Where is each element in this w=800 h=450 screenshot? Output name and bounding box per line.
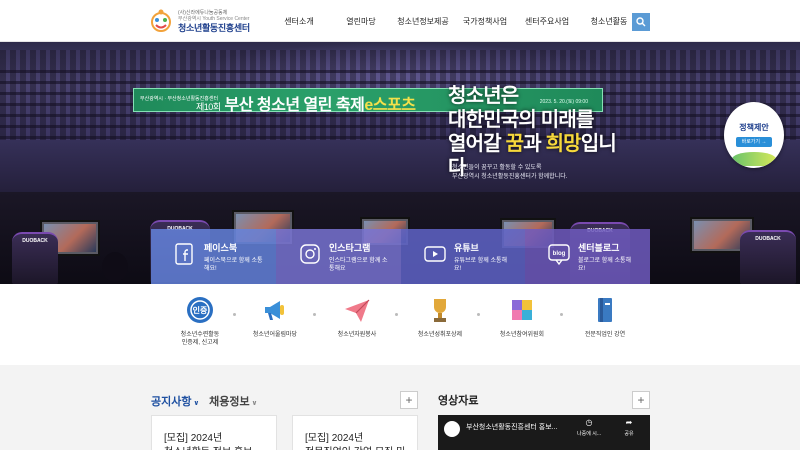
book-icon: [590, 295, 620, 325]
quick-link-label: 청소년수련활동 인증제, 신고제: [180, 332, 220, 347]
header: (사)신라에듀나눔공동체 부산광역시 Youth Service Center …: [0, 0, 800, 42]
quick-link-label: 청소년참여위원회: [499, 332, 545, 338]
sns-instagram-title: 인스타그램: [329, 243, 371, 253]
gaming-chair: DUOBACK: [12, 232, 58, 284]
share-button[interactable]: ➦ 공유: [614, 418, 644, 437]
blog-icon: blog: [548, 244, 570, 266]
sns-blog-title: 센터블로그: [578, 243, 620, 253]
quick-link-youth-festival[interactable]: 청소년어울림마당: [235, 295, 315, 339]
sns-youtube-desc: 유튜브로 함께 소통해요!: [454, 258, 508, 273]
proposal-title: 정책제안: [739, 123, 769, 132]
svg-text:blog: blog: [553, 251, 566, 257]
nav-item-main-projects[interactable]: 센터주요사업: [516, 16, 578, 27]
sns-youtube[interactable]: 유튜브 유튜브로 함께 소통해요!: [401, 229, 525, 284]
facebook-icon: [175, 243, 193, 265]
logo-mark-icon: [148, 8, 174, 36]
certification-icon: 인증: [185, 295, 215, 325]
logo-name: 청소년활동진흥센터: [178, 23, 250, 33]
nav-item-youth-info[interactable]: 청소년정보제공: [392, 16, 454, 27]
hero-subline: 청소년들이 꿈꾸고 활동할 수 있도록 부산광역시 청소년활동진흥센터가 함께합…: [452, 165, 568, 180]
watch-later-button[interactable]: ◷ 나중에 시...: [574, 418, 604, 437]
site-logo[interactable]: (사)신라에듀나눔공동체 부산광역시 Youth Service Center …: [148, 6, 258, 38]
notice-card-title: [모집] 2024년 청소년활동 정보 홍보: [164, 433, 252, 450]
youtube-icon: [424, 246, 446, 262]
board-section: 공지사항∨ 채용정보∨ + [모집] 2024년 청소년활동 정보 홍보 [모집…: [0, 365, 800, 450]
gaming-chair: DUOBACK: [740, 230, 796, 284]
sns-instagram[interactable]: 인스타그램 인스타그램으로 함께 소통해요: [276, 229, 401, 284]
trophy-icon: [425, 295, 455, 325]
nav-item-national-policy[interactable]: 국가정책사업: [454, 16, 516, 27]
quick-link-certification[interactable]: 인증 청소년수련활동 인증제, 신고제: [160, 295, 240, 347]
video-more-button[interactable]: +: [632, 391, 650, 409]
sns-facebook-desc: 페이스북으로 함께 소통해요!: [204, 258, 263, 273]
chevron-down-icon: ∨: [193, 400, 200, 407]
tab-recruitment[interactable]: 채용정보 ∨: [209, 393, 257, 409]
search-icon: [636, 17, 646, 27]
quick-link-lecture[interactable]: 전문직업인 강연: [565, 295, 645, 339]
quick-link-volunteer[interactable]: 청소년자원봉사: [317, 295, 397, 339]
notice-more-button[interactable]: +: [400, 391, 418, 409]
quick-link-committee[interactable]: 청소년참여위원회: [482, 295, 562, 339]
logo-sub-line: 부산광역시 Youth Service Center: [178, 16, 250, 22]
share-icon: ➦: [625, 418, 633, 427]
search-button[interactable]: [632, 13, 650, 31]
quick-link-label: 청소년성취포상제: [417, 332, 463, 338]
video-section-title: 영상자료: [438, 395, 479, 407]
nav-item-open-forum[interactable]: 열린마당: [330, 16, 392, 27]
sns-youtube-title: 유튜브: [454, 243, 479, 253]
sns-facebook-title: 페이스북: [204, 243, 238, 253]
main-nav: 센터소개 열린마당 청소년정보제공 국가정책사업 센터주요사업 청소년활동: [268, 0, 640, 42]
sns-blog[interactable]: blog 센터블로그 블로그로 함께 소통해요!: [525, 229, 650, 284]
sns-blog-desc: 블로그로 함께 소통해요!: [578, 258, 632, 273]
channel-avatar: [444, 421, 460, 437]
clock-icon: ◷: [585, 418, 593, 427]
svg-text:인증: 인증: [193, 305, 208, 315]
puzzle-icon: [507, 295, 537, 325]
paper-plane-icon: [342, 295, 372, 325]
sns-instagram-desc: 인스타그램으로 함께 소통해요: [329, 258, 388, 273]
video-player[interactable]: 부산청소년활동진흥센터 홍보... ◷ 나중에 시... ➦ 공유: [438, 415, 650, 450]
notice-card[interactable]: [모집] 2024년 청소년활동 정보 홍보: [151, 415, 277, 450]
megaphone-icon: [260, 295, 290, 325]
quick-link-award[interactable]: 청소년성취포상제: [400, 295, 480, 339]
nav-item-center-intro[interactable]: 센터소개: [268, 16, 330, 27]
policy-proposal-button[interactable]: 정책제안 바로가기 →: [724, 102, 784, 168]
notice-card-title: [모집] 2024년 전문직업인 강연 모집 및: [305, 433, 405, 450]
page: (사)신라에듀나눔공동체 부산광역시 Youth Service Center …: [0, 0, 800, 450]
quick-link-label: 청소년자원봉사: [337, 332, 377, 338]
nav-item-youth-activities[interactable]: 청소년활동: [578, 16, 640, 27]
tab-notice[interactable]: 공지사항 ∨: [151, 393, 199, 409]
quick-links: 인증 청소년수련활동 인증제, 신고제 청소년어울림마당 청소년자원봉사 청소년…: [160, 295, 640, 355]
chevron-down-icon: ∨: [251, 400, 258, 407]
proposal-go-button[interactable]: 바로가기 →: [736, 137, 772, 147]
quick-link-label: 전문직업인 강연: [584, 332, 626, 338]
instagram-icon: [300, 244, 320, 264]
notice-card[interactable]: [모집] 2024년 전문직업인 강연 모집 및: [292, 415, 418, 450]
video-title: 부산청소년활동진흥센터 홍보...: [466, 424, 558, 431]
notice-tabs: 공지사항 ∨ 채용정보 ∨: [151, 393, 257, 409]
banner-title: 제10회 부산 청소년 열린 축제e스포츠: [196, 97, 416, 114]
sns-facebook[interactable]: 페이스북 페이스북으로 함께 소통해요!: [151, 229, 276, 284]
quick-link-label: 청소년어울림마당: [252, 332, 298, 338]
leaf-icon: [732, 152, 776, 166]
